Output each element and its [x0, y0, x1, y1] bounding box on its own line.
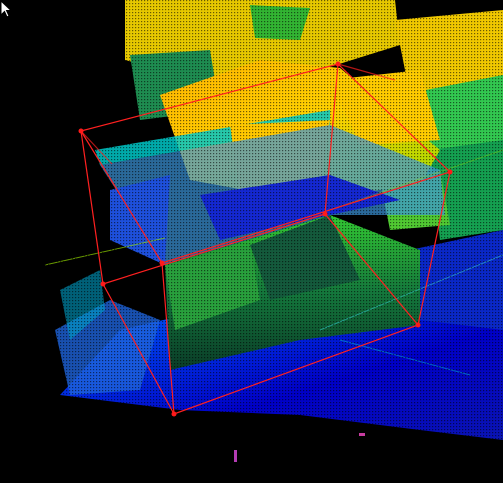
point-cloud-viewport[interactable] — [0, 0, 503, 483]
corner-handle[interactable] — [100, 281, 106, 287]
point-cloud-canvas[interactable] — [0, 0, 503, 483]
corner-handle[interactable] — [335, 61, 341, 67]
corner-handle[interactable] — [78, 128, 84, 134]
corner-handle[interactable] — [322, 211, 328, 217]
corner-handle[interactable] — [159, 260, 165, 266]
corner-handle[interactable] — [171, 411, 177, 417]
corner-handle[interactable] — [415, 322, 421, 328]
mouse-pointer-icon — [0, 0, 13, 18]
corner-handle[interactable] — [447, 169, 453, 175]
point-texture — [0, 0, 503, 483]
